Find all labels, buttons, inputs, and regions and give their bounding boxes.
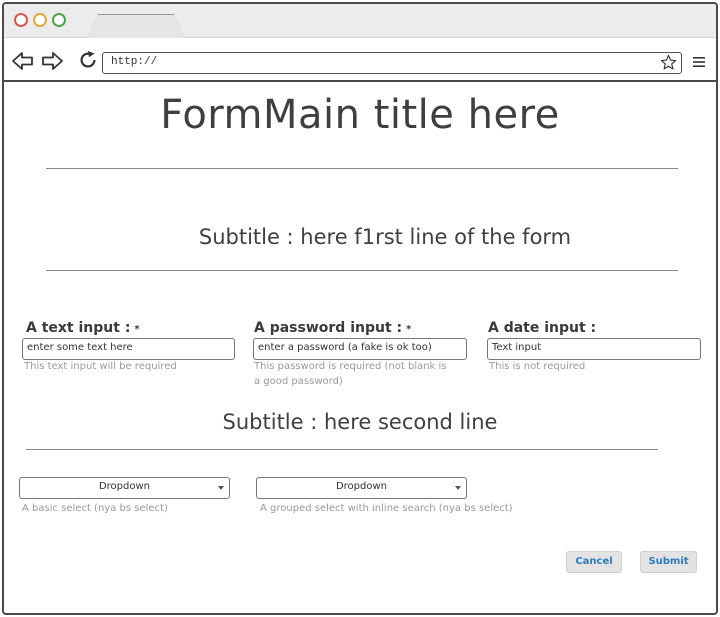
basic-select-help: A basic select (nya bs select) (22, 503, 168, 514)
forward-icon[interactable] (40, 50, 64, 72)
text-input-help: This text input will be required (24, 361, 177, 372)
url-text: http:// (111, 56, 158, 68)
back-icon[interactable] (11, 50, 35, 72)
chevron-down-icon (218, 486, 224, 490)
chevron-down-icon (455, 486, 461, 490)
page-title: FormMain title here (160, 92, 560, 138)
maximize-window-button[interactable] (52, 13, 66, 27)
password-input-help: This password is required (not blank is … (254, 359, 447, 389)
star-icon[interactable] (660, 54, 677, 71)
subtitle-divider (46, 270, 678, 271)
subtitle-first-line: Subtitle : here f1rst line of the form (198, 225, 572, 249)
browser-tab-fill (87, 15, 185, 39)
grouped-select-help: A grouped select with inline search (nya… (260, 503, 513, 514)
password-input[interactable]: enter a password (a fake is ok too) (253, 338, 467, 360)
submit-button[interactable]: Submit (640, 551, 697, 573)
close-window-button[interactable] (14, 13, 28, 27)
minimize-window-button[interactable] (33, 13, 47, 27)
subtitle-second-line: Subtitle : here second line (222, 410, 498, 434)
title-bar (4, 4, 716, 39)
password-input-label-text: A password input : (254, 320, 403, 336)
password-input-label: A password input : * (254, 320, 411, 336)
title-divider (46, 168, 678, 169)
date-input[interactable]: Text input (487, 338, 701, 360)
date-input-help: This is not required (489, 361, 586, 372)
grouped-select[interactable]: Dropdown (256, 477, 467, 499)
basic-select-value: Dropdown (98, 481, 151, 492)
browser-toolbar: http:// (4, 38, 716, 82)
address-bar[interactable]: http:// (102, 52, 682, 74)
required-marker: * (406, 324, 412, 335)
required-marker: * (134, 324, 140, 335)
basic-select[interactable]: Dropdown (19, 477, 230, 499)
cancel-button[interactable]: Cancel (566, 551, 622, 573)
text-input-label-text: A text input : (26, 320, 131, 336)
grouped-select-value: Dropdown (335, 481, 388, 492)
text-input[interactable]: enter some text here (22, 338, 235, 360)
text-input-label: A text input : * (26, 320, 140, 336)
reload-icon[interactable] (76, 49, 100, 71)
page-content: FormMain title here Subtitle : here f1rs… (4, 84, 716, 613)
date-input-label: A date input : (488, 320, 597, 336)
password-help-line-1: This password is required (not blank is (254, 361, 447, 372)
menu-icon[interactable] (692, 56, 706, 68)
browser-window: http:// FormMain title here Subtitle : h… (2, 2, 718, 615)
second-subtitle-divider (26, 449, 658, 450)
password-help-line-2: a good password) (254, 376, 343, 387)
